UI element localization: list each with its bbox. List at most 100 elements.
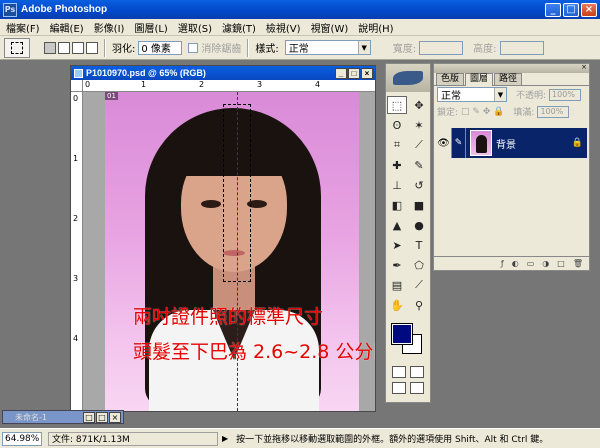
doc-minimize-button[interactable]: _ — [335, 67, 347, 79]
standard-mode-button[interactable] — [392, 366, 406, 378]
layer-row-background[interactable]: 👁 ✎ 背景 🔒 — [436, 128, 587, 158]
document-titlebar[interactable]: P1010970.psd @ 65% (RGB) _ □ × — [71, 66, 375, 80]
lock-label: 鎖定: — [437, 108, 459, 118]
document-title: P1010970.psd @ 65% (RGB) — [86, 68, 206, 78]
menu-view[interactable]: 檢視(V) — [266, 20, 301, 35]
move-tool-icon[interactable]: ✥ — [409, 96, 429, 114]
menu-filter[interactable]: 濾鏡(T) — [222, 20, 256, 35]
layer-set-icon[interactable]: ▭ — [527, 259, 535, 268]
close-button[interactable]: × — [109, 411, 121, 423]
dodge-tool-icon[interactable]: ● — [409, 216, 429, 234]
lock-icons[interactable]: □ ✎ ✥ 🔒 — [461, 107, 504, 117]
magic-wand-tool-icon[interactable]: ✶ — [409, 116, 429, 134]
adjustment-layer-icon[interactable]: ◑ — [542, 259, 549, 268]
style-select[interactable]: 正常 ▼ — [284, 40, 371, 55]
menu-help[interactable]: 說明(H) — [358, 20, 393, 35]
pen-tool-icon[interactable]: ✒ — [387, 256, 407, 274]
photo-eye-left — [201, 200, 221, 208]
history-brush-tool-icon[interactable]: ↺ — [409, 176, 429, 194]
eye-visibility-icon[interactable]: 👁 — [436, 128, 452, 158]
shape-tool-icon[interactable]: ⬠ — [409, 256, 429, 274]
notes-tool-icon[interactable]: ▤ — [387, 276, 407, 294]
height-input[interactable] — [499, 40, 544, 55]
selection-marquee[interactable] — [223, 104, 251, 282]
blur-tool-icon[interactable]: ▲ — [387, 216, 407, 234]
layer-style-icon[interactable]: ƒ — [501, 259, 504, 268]
ruler-vertical[interactable]: 0 1 2 3 4 — [71, 92, 83, 411]
trash-icon[interactable]: 🗑 — [573, 259, 583, 268]
lock-icon: 🔒 — [571, 138, 583, 148]
hand-tool-icon[interactable]: ✋ — [387, 296, 407, 314]
new-layer-icon[interactable]: □ — [557, 259, 565, 268]
feather-input[interactable]: 0 像素 — [138, 40, 183, 55]
crop-tool-icon[interactable]: ⌗ — [387, 136, 407, 154]
tab-channels[interactable]: 色版 — [436, 73, 465, 85]
menu-select[interactable]: 選取(S) — [178, 20, 212, 35]
opacity-input[interactable]: 100% — [549, 88, 582, 101]
restore-button[interactable]: □ — [83, 411, 95, 423]
rect-marquee-tool-icon[interactable]: ⬚ — [387, 96, 407, 114]
ruler-tick-label: 2 — [199, 80, 205, 89]
app-titlebar[interactable]: Ps Adobe Photoshop _ □ × — [0, 0, 600, 19]
menu-edit[interactable]: 編輯(E) — [50, 20, 84, 35]
eraser-tool-icon[interactable]: ◧ — [387, 196, 407, 214]
close-button[interactable]: × — [581, 2, 597, 17]
color-swatches — [386, 322, 430, 362]
stamp-tool-icon[interactable]: ⊥ — [387, 176, 407, 194]
slice-tool-icon[interactable]: ⟋ — [409, 136, 429, 154]
healing-brush-tool-icon[interactable]: ✚ — [387, 156, 407, 174]
screen-mode-full-button[interactable] — [410, 382, 424, 394]
width-input[interactable] — [419, 40, 464, 55]
doc-maximize-button[interactable]: □ — [348, 67, 360, 79]
ruler-tick-label: 1 — [141, 80, 147, 89]
quick-mask-button[interactable] — [410, 366, 424, 378]
play-arrow-icon[interactable]: ▶ — [222, 434, 228, 443]
layers-panel-header[interactable]: × — [434, 63, 589, 73]
fill-input[interactable]: 100% — [537, 105, 570, 118]
maximize-button[interactable]: □ — [563, 2, 579, 17]
ruler-horizontal[interactable]: 0 1 2 3 4 — [83, 80, 375, 92]
ruler-tick-label: 0 — [85, 80, 91, 89]
type-tool-icon[interactable]: T — [409, 236, 429, 254]
eyedropper-tool-icon[interactable]: ⟋ — [409, 276, 429, 294]
menu-bar: 檔案(F) 編輯(E) 影像(I) 圖層(L) 選取(S) 濾鏡(T) 檢視(V… — [0, 19, 600, 36]
menu-layer[interactable]: 圖層(L) — [134, 20, 167, 35]
antialias-label: 消除鋸齒 — [201, 44, 242, 55]
minimized-document[interactable]: 未命名-1 □ □ × — [2, 410, 124, 424]
tool-preset-picker[interactable] — [4, 37, 30, 58]
blend-mode-select[interactable]: 正常 ▼ — [437, 87, 507, 102]
path-select-tool-icon[interactable]: ➤ — [387, 236, 407, 254]
ruler-tick-label: 0 — [73, 94, 79, 103]
foreground-color-swatch[interactable] — [391, 323, 413, 345]
menu-image[interactable]: 影像(I) — [94, 20, 125, 35]
brush-tool-icon[interactable]: ✎ — [409, 156, 429, 174]
layer-mask-icon[interactable]: ◐ — [512, 259, 519, 268]
antialias-checkbox[interactable] — [188, 42, 199, 53]
gradient-tool-icon[interactable]: ■ — [409, 196, 429, 214]
app-title: Adobe Photoshop — [21, 4, 108, 15]
minimize-button[interactable]: _ — [545, 2, 561, 17]
annotation-line-2: 頭髮至下巴為 2.6~2.8 公分間 — [133, 341, 375, 363]
close-icon[interactable]: × — [581, 63, 587, 71]
zoom-tool-icon[interactable]: ⚲ — [409, 296, 429, 314]
document-canvas[interactable]: 01 兩吋證件照的標準尺寸 頭髮至下巴為 2.6~2.8 公分間 — [83, 92, 375, 411]
document-info: 文件: 871K/1.13M — [48, 431, 218, 446]
intersect-selection-button[interactable] — [86, 41, 98, 54]
maximize-button[interactable]: □ — [96, 411, 108, 423]
menu-file[interactable]: 檔案(F) — [6, 20, 40, 35]
tab-paths[interactable]: 路徑 — [494, 73, 523, 85]
subtract-selection-button[interactable] — [72, 41, 84, 54]
feather-logo-icon — [393, 71, 423, 85]
screen-mode-standard-button[interactable] — [392, 382, 406, 394]
new-selection-button[interactable] — [44, 41, 56, 54]
zoom-input[interactable]: 64.98% — [2, 431, 42, 446]
ruler-corner[interactable] — [71, 80, 83, 92]
toolbox-header[interactable] — [386, 64, 430, 92]
add-selection-button[interactable] — [58, 41, 70, 54]
menu-window[interactable]: 視窗(W) — [311, 20, 349, 35]
doc-close-button[interactable]: × — [361, 67, 373, 79]
ruler-tick-label: 3 — [257, 80, 263, 89]
lasso-tool-icon[interactable]: ʘ — [387, 116, 407, 134]
photo-tag: 01 — [105, 92, 118, 100]
tab-layers[interactable]: 圖層 — [465, 73, 494, 86]
